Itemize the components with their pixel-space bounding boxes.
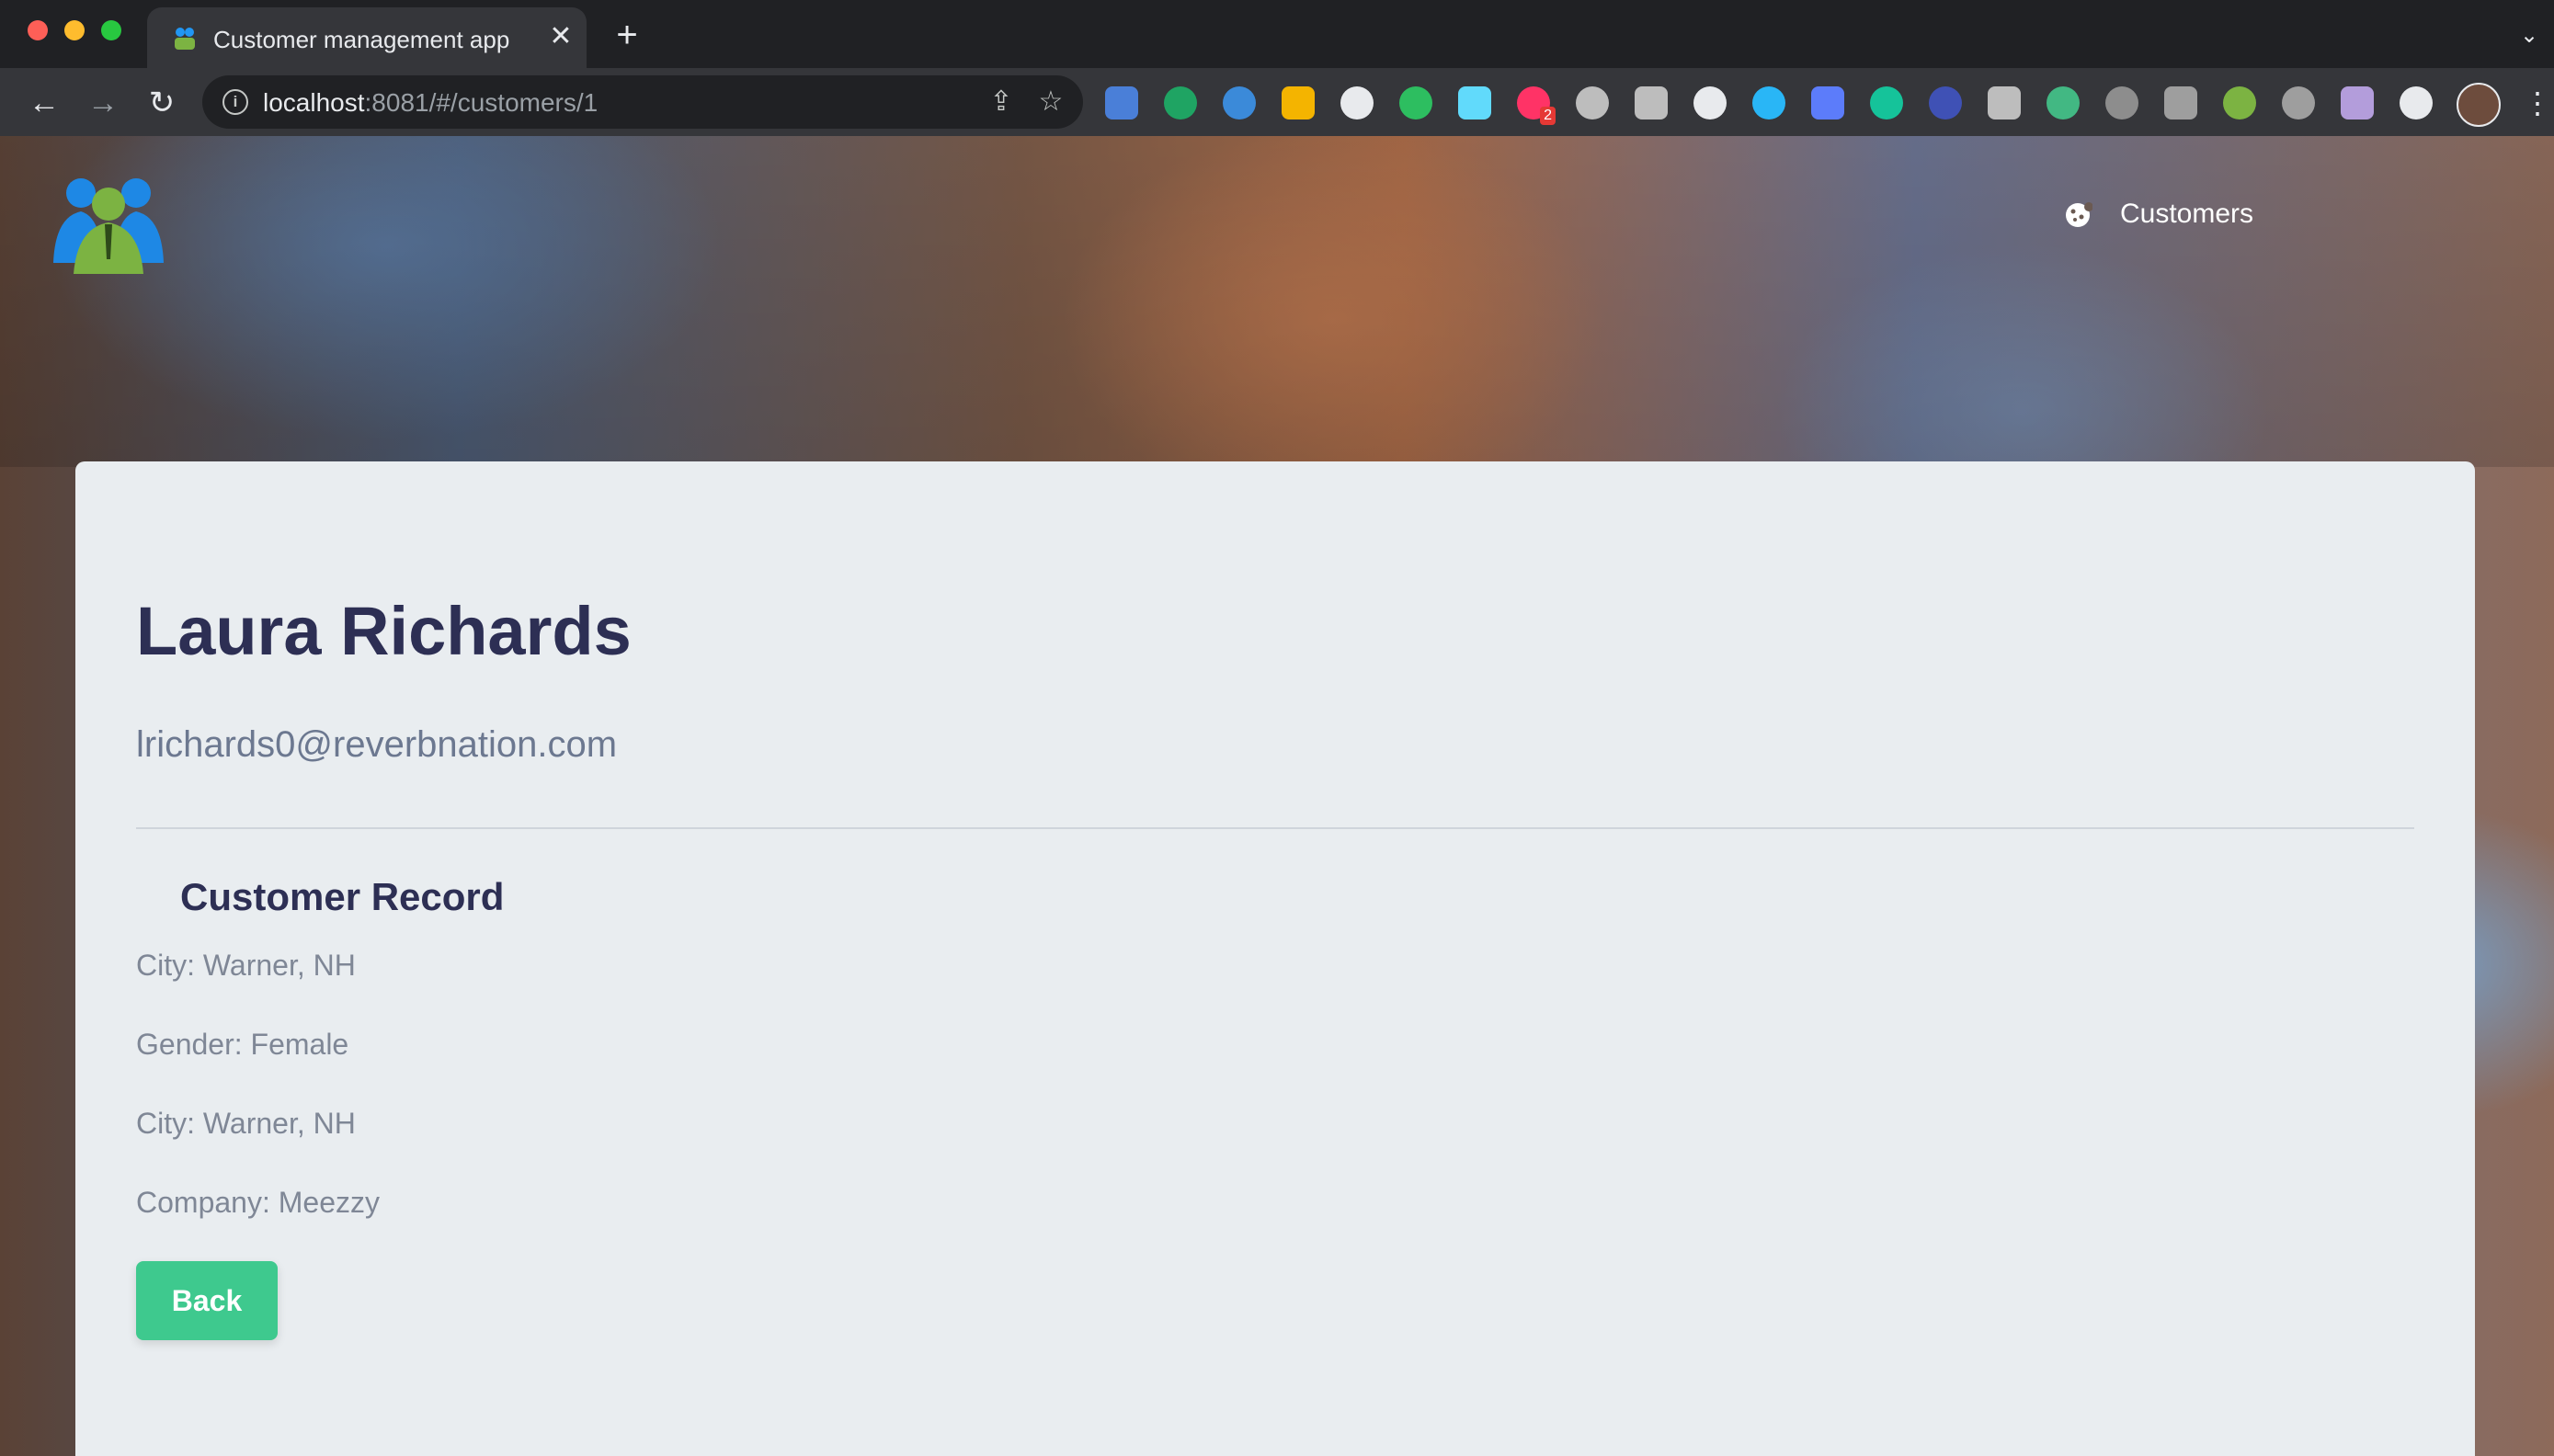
back-arrow-icon[interactable]: ← [24, 83, 64, 123]
url-host: localhost [263, 88, 365, 117]
section-divider [136, 827, 2414, 829]
check-ext-icon[interactable] [2164, 86, 2197, 119]
reload-icon[interactable]: ↻ [142, 83, 182, 123]
customer-email: lrichards0@reverbnation.com [136, 724, 618, 765]
cookie-icon [2066, 202, 2092, 227]
close-window-button[interactable] [28, 20, 48, 40]
field-gender: Gender: Female [136, 1028, 349, 1061]
field-company: Company: Meezzy [136, 1186, 380, 1219]
globe-ext-icon[interactable] [1223, 86, 1256, 119]
tab-title: Customer management app [213, 26, 510, 53]
invision-ext-icon[interactable]: 2 [1517, 86, 1556, 125]
bookmark-star-icon[interactable]: ☆ [1035, 86, 1066, 118]
screen-ext-icon[interactable] [1811, 86, 1844, 119]
tab-strip: Customer management app ✕ + ⌄ [0, 0, 2554, 68]
feather-ext-icon[interactable] [2341, 86, 2374, 119]
customer-detail-card: Laura Richards lrichards0@reverbnation.c… [75, 461, 2475, 1456]
vue-ext-icon[interactable] [2047, 86, 2080, 119]
tag-ext-icon[interactable] [2223, 86, 2256, 119]
profile-avatar[interactable] [2457, 83, 2501, 127]
pen-ext-icon[interactable] [2105, 86, 2138, 119]
drive-ext-icon[interactable] [1164, 86, 1197, 119]
maximize-window-button[interactable] [101, 20, 121, 40]
back-button[interactable]: Back [136, 1261, 278, 1340]
new-tab-button[interactable]: + [609, 17, 645, 53]
share-ext-icon[interactable] [1752, 86, 1785, 119]
minimize-window-button[interactable] [64, 20, 85, 40]
tab-search-icon[interactable]: ⌄ [2515, 22, 2543, 50]
browser-window: Customer management app ✕ + ⌄ ← → ↻ i lo… [0, 0, 2554, 1456]
extension-badge: 2 [1540, 107, 1556, 125]
share-icon[interactable]: ⇪ [986, 86, 1017, 118]
buffer-ext-icon[interactable] [1988, 86, 2021, 119]
translate-ext-icon[interactable] [1105, 86, 1138, 119]
hero-background [0, 136, 2554, 467]
app-logo-icon[interactable] [46, 171, 171, 274]
site-info-icon[interactable]: i [222, 89, 248, 115]
tab-customer-management[interactable]: Customer management app ✕ [147, 7, 587, 68]
browser-toolbar: ← → ↻ i localhost:8081/#/customers/1 ⇪ ☆… [0, 68, 2554, 136]
react-devtools-ext-icon[interactable] [1458, 86, 1491, 119]
layers-ext-icon[interactable] [1929, 86, 1962, 119]
close-tab-icon[interactable]: ✕ [544, 20, 577, 53]
pocket-ext-icon[interactable] [1635, 86, 1668, 119]
customer-name: Laura Richards [136, 593, 632, 669]
address-bar[interactable]: i localhost:8081/#/customers/1 ⇪ ☆ [202, 75, 1083, 129]
evernote-ext-icon[interactable] [1399, 86, 1432, 119]
nav-customers-label: Customers [2120, 199, 2254, 229]
json-ext-icon[interactable] [1693, 86, 1727, 119]
react-ext-icon[interactable] [1340, 86, 1374, 119]
field-city: City: Warner, NH [136, 949, 356, 982]
target-ext-icon[interactable] [1576, 86, 1609, 119]
page-viewport: Customers Laura Richards lrichards0@reve… [0, 136, 2554, 1456]
compass-ext-icon[interactable] [1282, 86, 1315, 119]
rainbow-ext-icon[interactable] [2282, 86, 2315, 119]
url-text[interactable]: localhost:8081/#/customers/1 [263, 88, 598, 118]
customer-record-heading: Customer Record [180, 875, 505, 918]
field-city-repeat: City: Warner, NH [136, 1107, 356, 1140]
browser-menu-icon[interactable]: ⋮ [2523, 85, 2552, 121]
forward-arrow-icon[interactable]: → [83, 83, 123, 123]
grammarly-ext-icon[interactable] [1870, 86, 1903, 119]
url-path: :8081/#/customers/1 [364, 88, 599, 117]
people-icon [175, 28, 195, 50]
puzzle-ext-icon[interactable] [2400, 86, 2433, 119]
